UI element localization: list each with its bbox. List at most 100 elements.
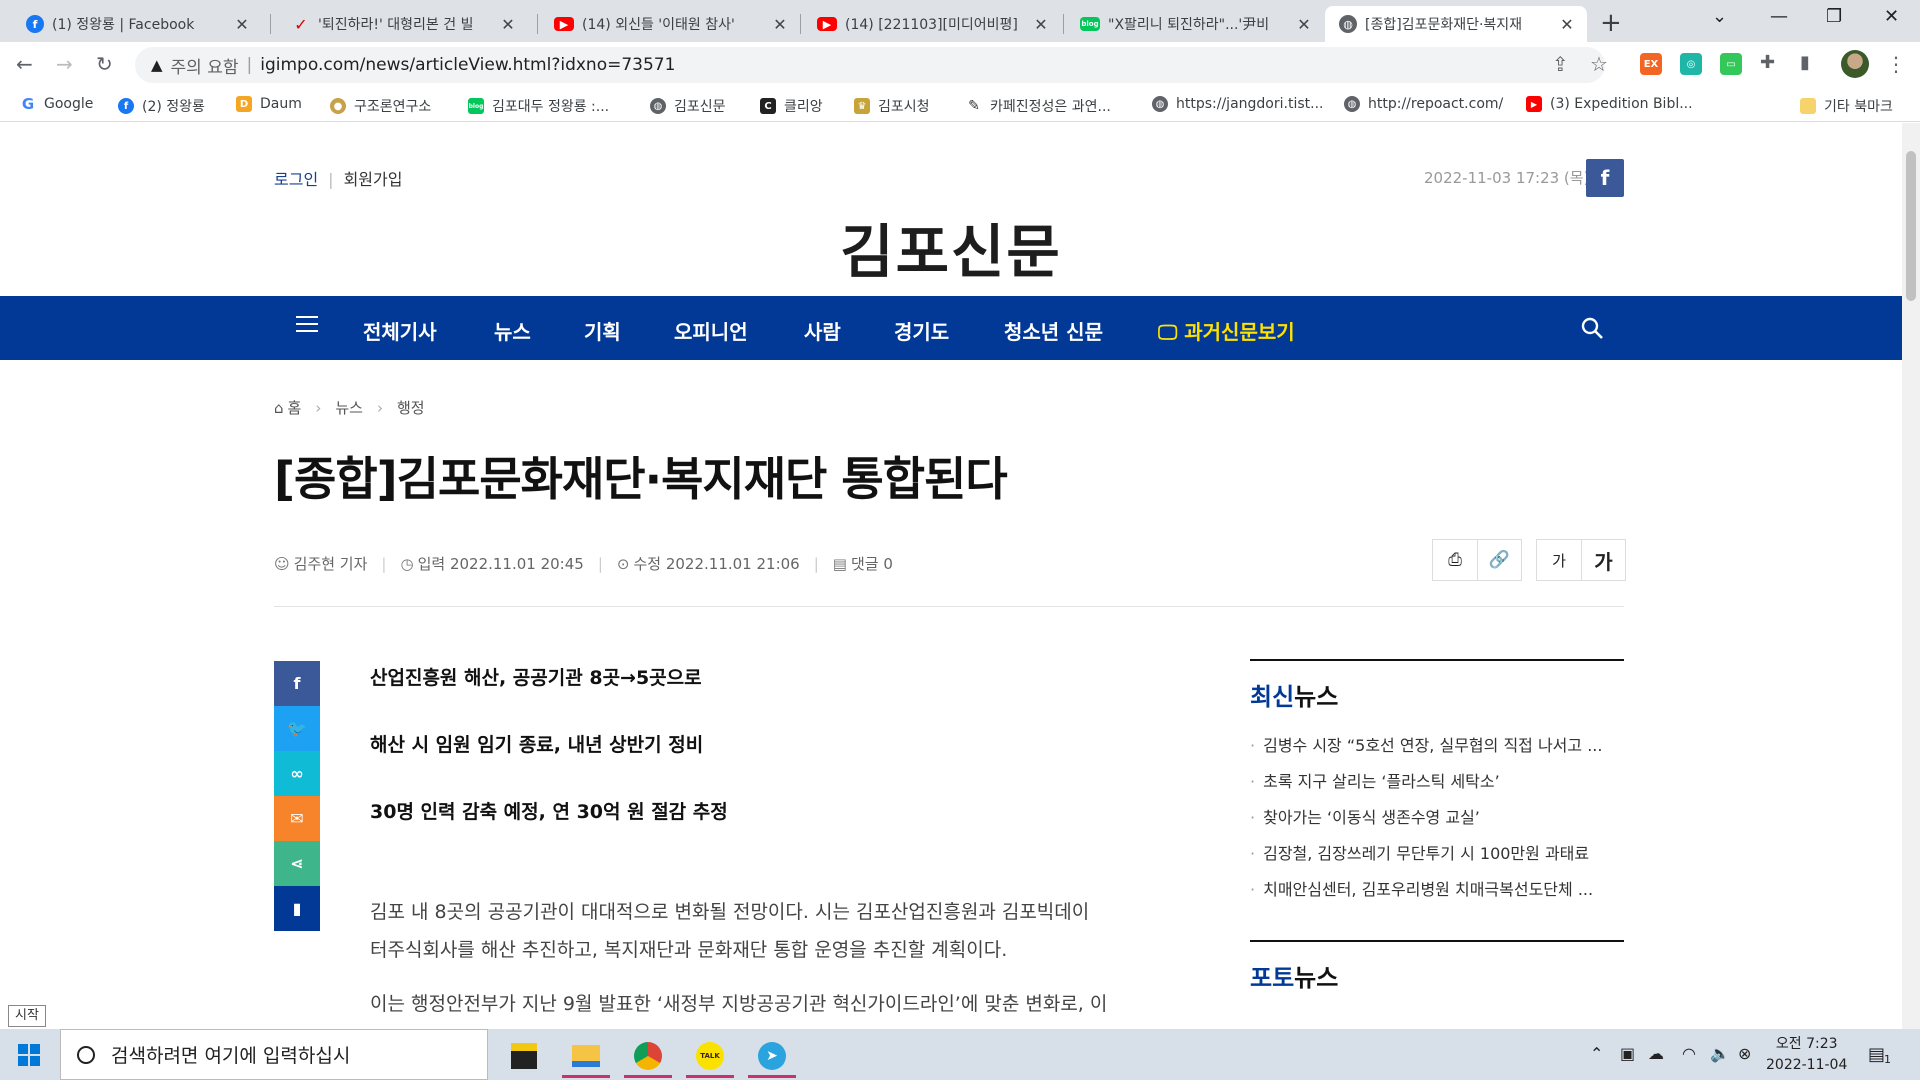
forward-arrow-icon[interactable]: →: [56, 52, 73, 76]
nav-archive[interactable]: 🖵 과거신문보기: [1158, 316, 1295, 345]
bookmark-blog[interactable]: blog 김포대두 정왕룡 :...: [468, 96, 609, 116]
restore-button[interactable]: ❐: [1826, 6, 1842, 27]
tab-search-chevron-icon[interactable]: ⌄: [1712, 6, 1727, 27]
print-icon[interactable]: ⎙: [1433, 540, 1477, 580]
nav-gyeonggi[interactable]: 경기도: [894, 316, 949, 345]
signup-link[interactable]: 회원가입: [344, 170, 403, 189]
nav-people[interactable]: 사람: [804, 316, 841, 345]
breadcrumb-news[interactable]: 뉴스: [335, 397, 363, 418]
bookmark-facebook[interactable]: f (2) 정왕룡: [118, 96, 205, 116]
facebook-share-icon[interactable]: f: [274, 661, 320, 706]
nav-news[interactable]: 뉴스: [494, 316, 531, 345]
profile-avatar[interactable]: [1841, 50, 1869, 78]
share-icon[interactable]: ⇪: [1552, 52, 1569, 76]
tab-ribbon-news[interactable]: ✓ '퇴진하라!' 대형리본 건 빌 ✕: [278, 6, 528, 42]
close-window-button[interactable]: ✕: [1884, 6, 1899, 27]
bookmark-star-icon[interactable]: ☆: [1590, 52, 1608, 76]
tab-youtube-2[interactable]: ▶ (14) [221103][미디어비평] ✕: [803, 6, 1061, 42]
tab-youtube-1[interactable]: ▶ (14) 외신들 '이태원 참사' ✕: [540, 6, 800, 42]
bookmark-jangdori[interactable]: ◍ https://jangdori.tist...: [1152, 96, 1323, 112]
extension-ex-icon[interactable]: EX: [1640, 53, 1662, 75]
telegram-icon[interactable]: ➤: [744, 1033, 800, 1078]
tab-gimpo-news-active[interactable]: ◍ [종합]김포문화재단·복지재 ✕: [1325, 6, 1587, 42]
bookmark-gimpo-news[interactable]: ◍ 김포신문: [650, 96, 726, 116]
site-logo[interactable]: 김포신문: [0, 205, 1902, 289]
latest-news-item[interactable]: 김병수 시장 “5호선 연장, 실무협의 직접 나서고 ...: [1250, 732, 1624, 768]
more-menu-icon[interactable]: ⋮: [1886, 52, 1906, 76]
search-icon[interactable]: [1580, 316, 1604, 340]
kakaotalk-icon[interactable]: TALK: [682, 1033, 738, 1078]
bookmark-icon[interactable]: ▮: [274, 886, 320, 931]
bookmark-clien[interactable]: C 클리앙: [760, 96, 823, 116]
nav-opinion[interactable]: 오피니언: [674, 316, 748, 345]
close-icon[interactable]: ✕: [1557, 15, 1577, 34]
close-icon[interactable]: ✕: [232, 15, 252, 34]
ime-icon[interactable]: ⊗: [1738, 1044, 1751, 1063]
nav-planning[interactable]: 기획: [584, 316, 621, 345]
link-icon[interactable]: 🔗: [1477, 540, 1521, 580]
windows-start-icon[interactable]: [18, 1044, 40, 1066]
chevron-up-icon[interactable]: ⌃: [1590, 1044, 1603, 1063]
nav-all-articles[interactable]: 전체기사: [363, 316, 437, 345]
speaker-icon[interactable]: 🔈: [1710, 1044, 1730, 1063]
author[interactable]: 김주현 기자: [294, 553, 368, 574]
bookmark-repoact[interactable]: ◍ http://repoact.com/: [1344, 96, 1503, 112]
close-icon[interactable]: ✕: [1031, 15, 1051, 34]
comment-count[interactable]: 댓글 0: [851, 553, 893, 574]
side-panel-icon[interactable]: ▮: [1800, 52, 1810, 73]
bookmark-gujoron[interactable]: ● 구조론연구소: [330, 96, 431, 116]
close-icon[interactable]: ✕: [1294, 15, 1314, 34]
font-larger-button[interactable]: 가: [1581, 540, 1625, 580]
link-share-icon[interactable]: ∞: [274, 751, 320, 796]
breadcrumb-home[interactable]: 홈: [288, 397, 302, 418]
login-link[interactable]: 로그인: [274, 170, 318, 189]
warning-triangle-icon[interactable]: ▲: [151, 56, 163, 74]
bookmark-expedition[interactable]: ▶ (3) Expedition Bibl...: [1526, 96, 1693, 112]
breadcrumb-admin[interactable]: 행정: [397, 397, 425, 418]
member-links: 로그인 | 회원가입: [274, 170, 403, 189]
file-explorer-icon[interactable]: [558, 1033, 614, 1078]
address-bar[interactable]: ▲ 주의 요함 | igimpo.com/news/articleView.ht…: [135, 47, 1605, 83]
device-icon[interactable]: ▣: [1620, 1044, 1635, 1063]
url-text[interactable]: igimpo.com/news/articleView.html?idxno=7…: [260, 55, 675, 75]
new-tab-button[interactable]: +: [1600, 8, 1622, 38]
extension-teal-icon[interactable]: ◎: [1680, 53, 1702, 75]
close-icon[interactable]: ✕: [498, 15, 518, 34]
chrome-icon[interactable]: [620, 1033, 676, 1078]
bookmark-daum[interactable]: D Daum: [236, 96, 302, 112]
tab-blog[interactable]: blog "X팔리니 퇴진하라"...'尹비 ✕: [1066, 6, 1324, 42]
latest-news-item[interactable]: 초록 지구 살리는 ‘플라스틱 세탁소’: [1250, 768, 1624, 804]
notification-icon[interactable]: ▤: [1868, 1044, 1885, 1065]
nav-youth-paper[interactable]: 청소년 신문: [1004, 316, 1103, 345]
scrollbar-thumb[interactable]: [1906, 151, 1916, 301]
back-arrow-icon[interactable]: ←: [16, 52, 33, 76]
hamburger-menu-icon[interactable]: [296, 316, 318, 337]
bookmark-cafe[interactable]: ✎ 카페진정성은 과연...: [966, 96, 1111, 116]
minimize-button[interactable]: —: [1770, 6, 1788, 27]
latest-news-item[interactable]: 치매안심센터, 김포우리병원 치매극복선도단체 ...: [1250, 876, 1624, 912]
latest-news-item[interactable]: 찾아가는 ‘이동식 생존수영 교실’: [1250, 804, 1624, 840]
bookmark-google[interactable]: G Google: [20, 95, 94, 113]
extensions-puzzle-icon[interactable]: ✚: [1760, 52, 1775, 73]
latest-news-item[interactable]: 김장철, 김장쓰레기 무단투기 시 100만원 과태료: [1250, 840, 1624, 876]
other-bookmarks[interactable]: 기타 북마크: [1800, 96, 1893, 116]
close-icon[interactable]: ✕: [770, 15, 790, 34]
onedrive-cloud-icon[interactable]: ☁: [1648, 1044, 1664, 1063]
bookmark-gimpo-city[interactable]: ♛ 김포시청: [854, 96, 930, 116]
taskbar-clock[interactable]: 오전 7:23 2022-11-04: [1766, 1034, 1847, 1076]
page-scrollbar[interactable]: [1902, 123, 1920, 1029]
home-icon[interactable]: ⌂: [274, 399, 284, 417]
wifi-icon[interactable]: ◠: [1682, 1044, 1696, 1063]
facebook-page-icon[interactable]: f: [1586, 159, 1624, 197]
font-smaller-button[interactable]: 가: [1537, 540, 1581, 580]
tab-facebook[interactable]: f (1) 정왕룡 | Facebook ✕: [12, 6, 262, 42]
extension-green-icon[interactable]: ▭: [1720, 53, 1742, 75]
share-icon[interactable]: ⋖: [274, 841, 320, 886]
security-label[interactable]: 주의 요함: [171, 53, 239, 78]
sticky-notes-app-icon[interactable]: [496, 1033, 552, 1078]
twitter-share-icon[interactable]: 🐦: [274, 706, 320, 751]
reload-icon[interactable]: ↻: [96, 52, 113, 76]
taskbar-search[interactable]: 검색하려면 여기에 입력하십시: [60, 1029, 488, 1080]
start-tooltip: 시작: [8, 1005, 46, 1027]
email-share-icon[interactable]: ✉: [274, 796, 320, 841]
